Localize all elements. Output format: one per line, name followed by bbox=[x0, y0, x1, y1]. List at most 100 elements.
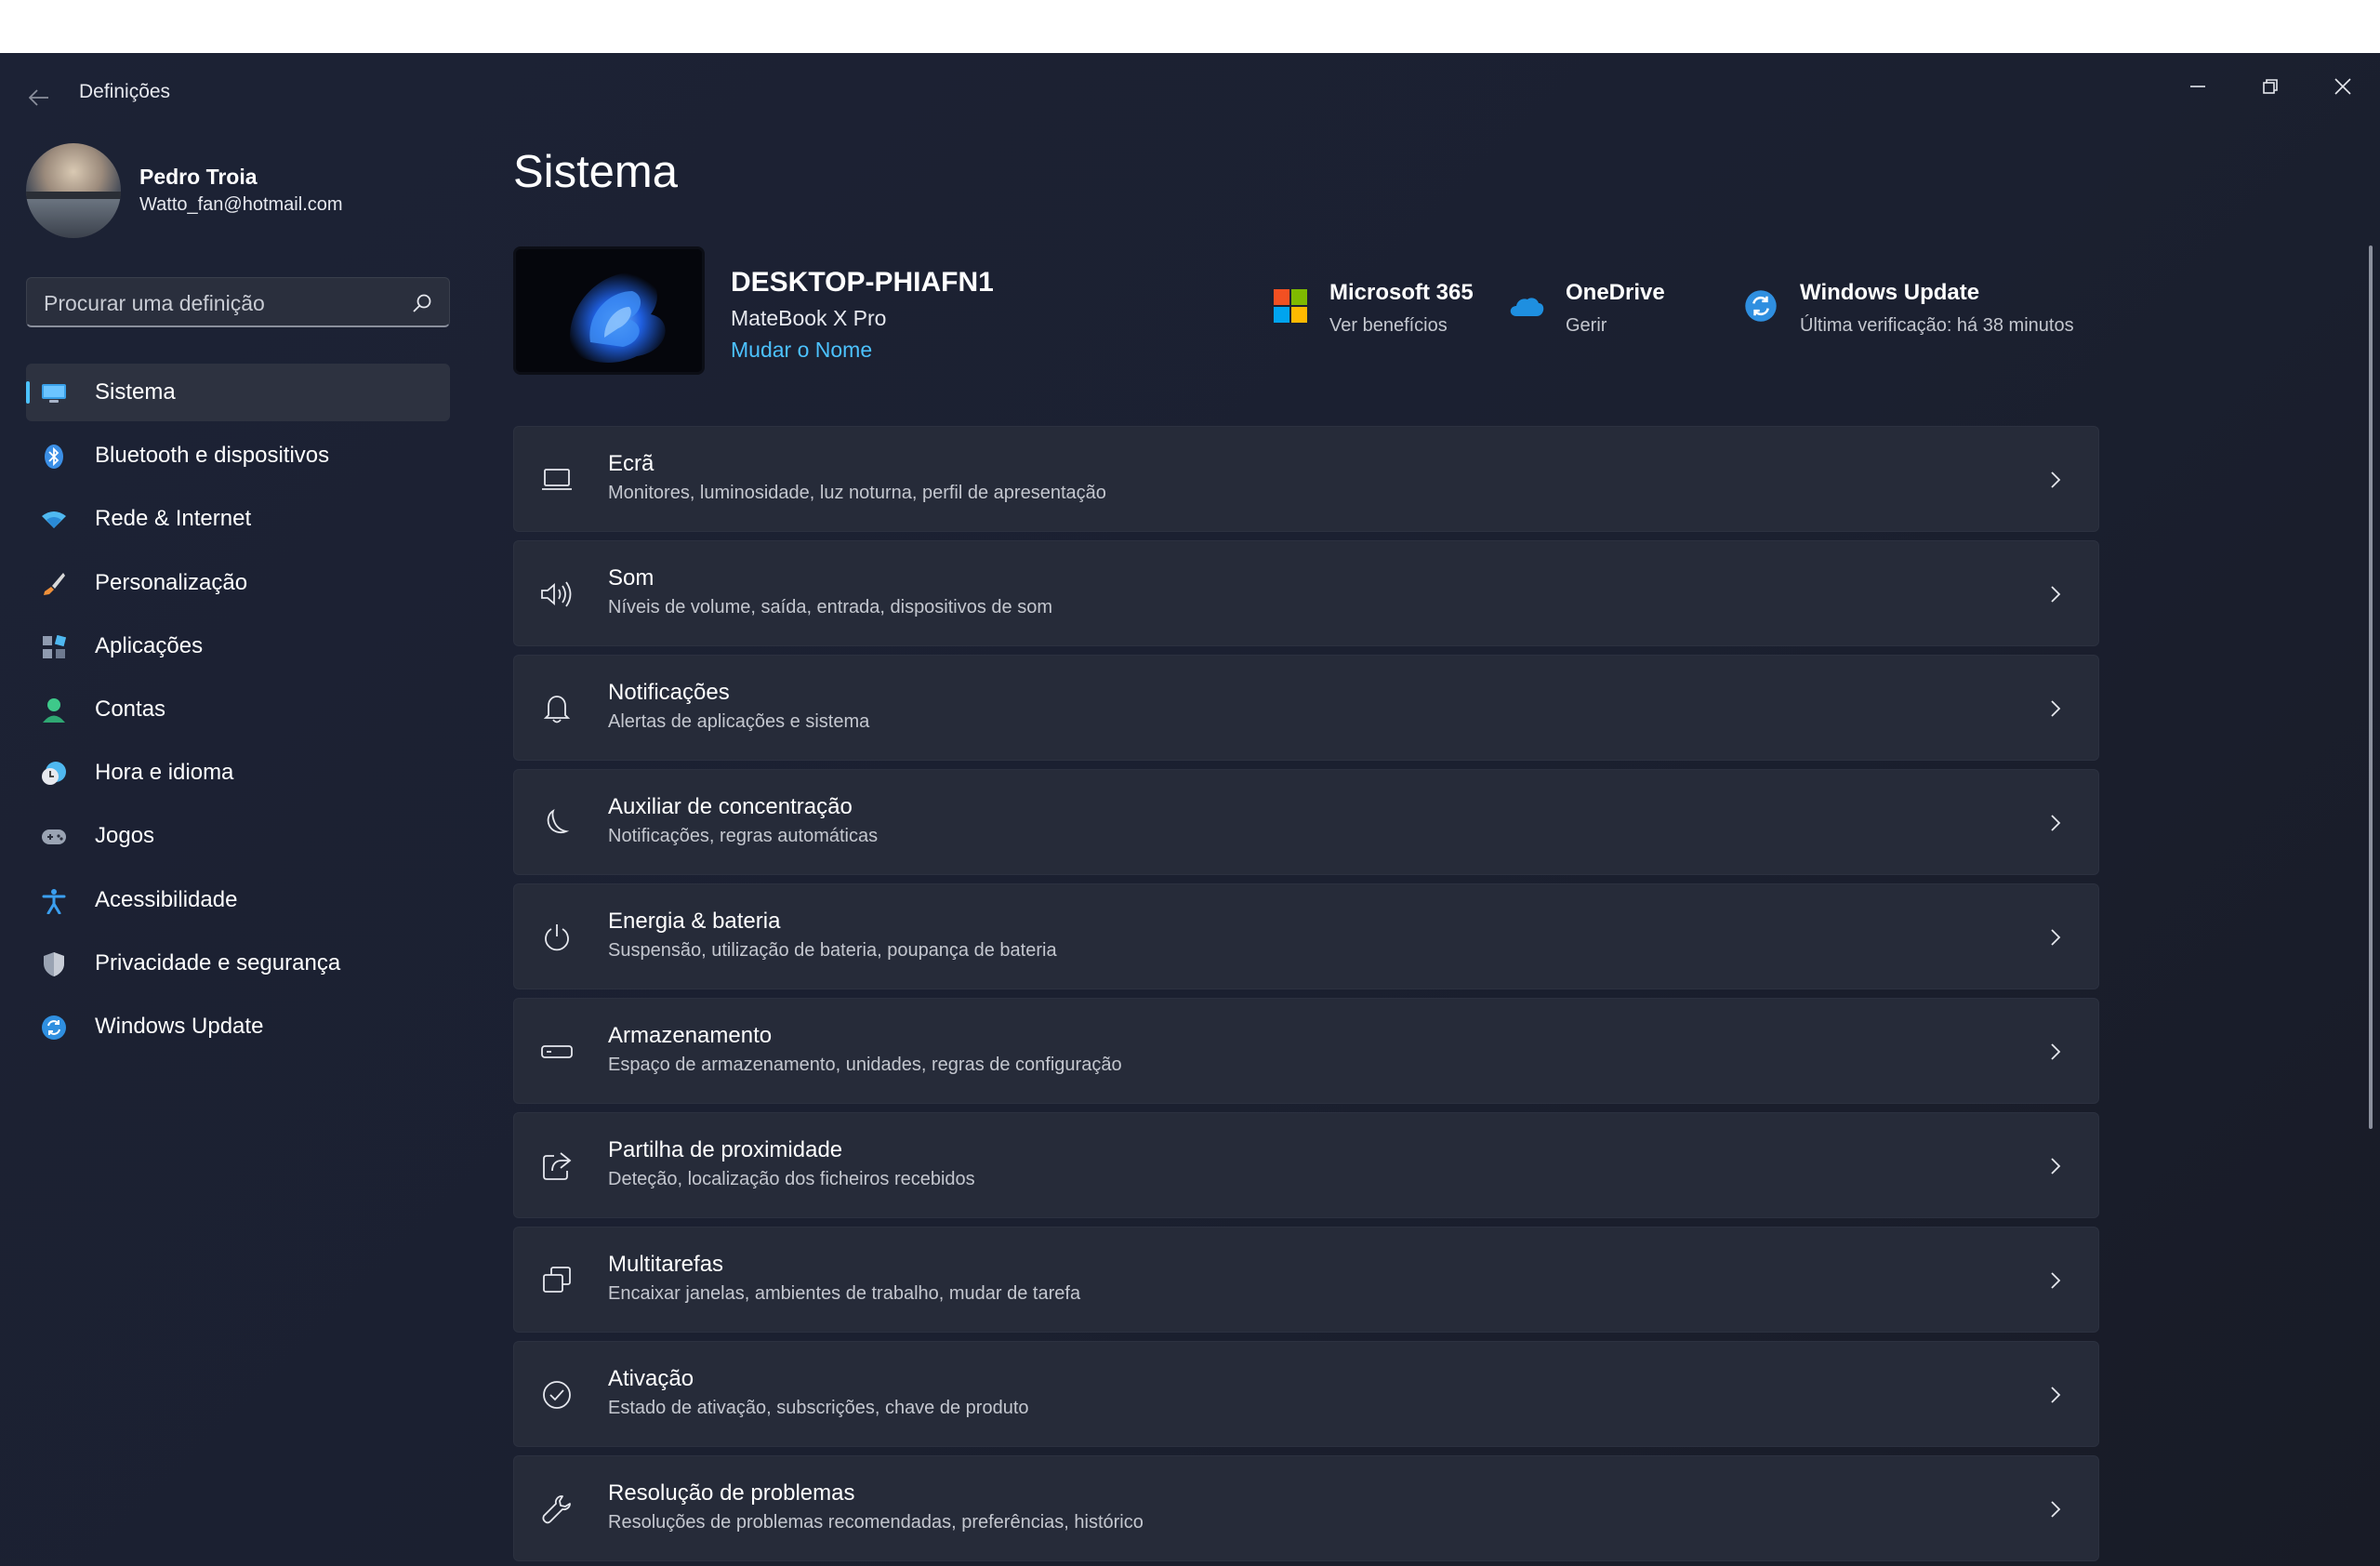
search-icon[interactable] bbox=[412, 293, 432, 313]
windows-update-icon bbox=[41, 1015, 67, 1041]
settings-card-partilha[interactable]: Partilha de proximidade Deteção, localiz… bbox=[513, 1112, 2099, 1218]
card-subtitle: Estado de ativação, subscrições, chave d… bbox=[608, 1398, 1029, 1418]
page-title: Sistema bbox=[513, 147, 679, 197]
card-subtitle: Espaço de armazenamento, unidades, regra… bbox=[608, 1055, 1122, 1075]
sidebar-nav: Sistema Bluetooth e dispositivos Rede & … bbox=[26, 364, 450, 1061]
card-title: Resolução de problemas bbox=[608, 1480, 855, 1506]
sidebar-item-label: Personalização bbox=[95, 569, 248, 595]
chevron-right-icon bbox=[2051, 1387, 2061, 1403]
settings-card-resolucao-problemas[interactable]: Resolução de problemas Resoluções de pro… bbox=[513, 1455, 2099, 1561]
minimize-button[interactable] bbox=[2170, 68, 2226, 105]
scrollbar[interactable] bbox=[2369, 246, 2373, 1129]
settings-card-concentracao[interactable]: Auxiliar de concentração Notificações, r… bbox=[513, 769, 2099, 875]
card-subtitle: Resoluções de problemas recomendadas, pr… bbox=[608, 1512, 1144, 1533]
sidebar-item-jogos[interactable]: Jogos bbox=[26, 807, 450, 865]
maximize-button[interactable] bbox=[2242, 68, 2298, 105]
sidebar-item-windows-update[interactable]: Windows Update bbox=[26, 998, 450, 1055]
card-subtitle: Deteção, localização dos ficheiros receb… bbox=[608, 1169, 975, 1189]
title-bar: Definições bbox=[0, 53, 2380, 133]
storage-drive-icon bbox=[538, 1033, 575, 1070]
card-subtitle: Níveis de volume, saída, entrada, dispos… bbox=[608, 597, 1053, 617]
close-icon bbox=[2334, 78, 2351, 95]
paintbrush-icon bbox=[41, 571, 67, 597]
chevron-right-icon bbox=[2051, 1501, 2061, 1518]
sidebar-item-contas[interactable]: Contas bbox=[26, 681, 450, 738]
sidebar-item-label: Aplicações bbox=[95, 632, 204, 658]
back-button[interactable] bbox=[20, 79, 58, 116]
sidebar-item-label: Windows Update bbox=[95, 1013, 264, 1039]
settings-card-energia[interactable]: Energia & bateria Suspensão, utilização … bbox=[513, 883, 2099, 989]
settings-card-armazenamento[interactable]: Armazenamento Espaço de armazenamento, u… bbox=[513, 998, 2099, 1104]
card-title: Ativação bbox=[608, 1366, 694, 1391]
search-input[interactable] bbox=[44, 291, 397, 316]
quick-link-windows-update[interactable]: Windows Update Última verificação: há 38… bbox=[1742, 280, 2096, 345]
settings-card-notificacoes[interactable]: Notificações Alertas de aplicações e sis… bbox=[513, 655, 2099, 761]
clock-globe-icon bbox=[41, 761, 67, 787]
share-icon bbox=[538, 1148, 575, 1185]
settings-card-multitarefas[interactable]: Multitarefas Encaixar janelas, ambientes… bbox=[513, 1227, 2099, 1333]
gamepad-icon bbox=[41, 824, 67, 850]
close-button[interactable] bbox=[2315, 68, 2371, 105]
card-title: Auxiliar de concentração bbox=[608, 794, 853, 819]
quick-link-title: Microsoft 365 bbox=[1329, 280, 1474, 305]
minimize-icon bbox=[2190, 86, 2205, 87]
avatar[interactable] bbox=[26, 143, 121, 238]
card-title: Ecrã bbox=[608, 451, 654, 476]
sidebar-item-label: Bluetooth e dispositivos bbox=[95, 443, 330, 469]
card-title: Multitarefas bbox=[608, 1252, 724, 1277]
card-subtitle: Suspensão, utilização de bateria, poupan… bbox=[608, 940, 1057, 961]
quick-link-microsoft365[interactable]: Microsoft 365 Ver benefícios bbox=[1272, 280, 1486, 345]
quick-link-subtitle: Ver benefícios bbox=[1329, 315, 1448, 336]
sidebar-item-personalizacao[interactable]: Personalização bbox=[26, 554, 450, 612]
rename-device-link[interactable]: Mudar o Nome bbox=[731, 338, 872, 363]
sidebar-item-bluetooth[interactable]: Bluetooth e dispositivos bbox=[26, 427, 450, 484]
profile-name: Pedro Troia bbox=[139, 165, 258, 189]
onedrive-cloud-icon bbox=[1508, 287, 1545, 325]
laptop-icon bbox=[538, 461, 575, 498]
settings-list: Ecrã Monitores, luminosidade, luz noturn… bbox=[513, 426, 2099, 1566]
device-model: MateBook X Pro bbox=[731, 306, 887, 330]
card-subtitle: Encaixar janelas, ambientes de trabalho,… bbox=[608, 1283, 1081, 1304]
shield-icon bbox=[41, 951, 67, 977]
quick-link-subtitle: Última verificação: há 38 minutos bbox=[1800, 315, 2074, 336]
sidebar-item-rede[interactable]: Rede & Internet bbox=[26, 490, 450, 548]
sidebar-item-acessibilidade[interactable]: Acessibilidade bbox=[26, 871, 450, 929]
sidebar-item-aplicacoes[interactable]: Aplicações bbox=[26, 617, 450, 675]
microsoft-logo-icon bbox=[1272, 287, 1309, 325]
device-name: DESKTOP-PHIAFN1 bbox=[731, 267, 994, 298]
sidebar-item-label: Sistema bbox=[95, 379, 176, 405]
monitor-icon bbox=[41, 380, 67, 406]
sidebar-item-label: Contas bbox=[95, 696, 166, 722]
person-icon bbox=[41, 697, 67, 723]
moon-icon bbox=[538, 804, 575, 842]
quick-link-subtitle: Gerir bbox=[1566, 315, 1607, 336]
settings-card-ativacao[interactable]: Ativação Estado de ativação, subscrições… bbox=[513, 1341, 2099, 1447]
multitask-icon bbox=[538, 1262, 575, 1299]
app-title: Definições bbox=[79, 81, 171, 102]
bluetooth-icon bbox=[41, 444, 67, 470]
sidebar-item-label: Rede & Internet bbox=[95, 506, 252, 532]
sidebar-item-privacidade[interactable]: Privacidade e segurança bbox=[26, 935, 450, 992]
card-title: Energia & bateria bbox=[608, 909, 781, 934]
sidebar-item-hora[interactable]: Hora e idioma bbox=[26, 744, 450, 802]
quick-link-onedrive[interactable]: OneDrive Gerir bbox=[1508, 280, 1685, 345]
search-box[interactable] bbox=[26, 277, 450, 327]
sidebar-item-sistema[interactable]: Sistema bbox=[26, 364, 450, 421]
windows-update-icon bbox=[1742, 287, 1779, 325]
chevron-right-icon bbox=[2051, 1272, 2061, 1289]
wrench-icon bbox=[538, 1491, 575, 1528]
chevron-right-icon bbox=[2051, 1158, 2061, 1174]
device-wallpaper-thumbnail bbox=[513, 246, 705, 375]
quick-link-title: OneDrive bbox=[1566, 280, 1665, 305]
card-title: Som bbox=[608, 565, 654, 591]
card-title: Armazenamento bbox=[608, 1023, 773, 1048]
card-subtitle: Notificações, regras automáticas bbox=[608, 826, 879, 846]
sidebar-item-label: Hora e idioma bbox=[95, 760, 234, 786]
power-icon bbox=[538, 919, 575, 956]
sidebar-item-label: Jogos bbox=[95, 823, 155, 849]
card-subtitle: Monitores, luminosidade, luz noturna, pe… bbox=[608, 483, 1106, 503]
settings-card-som[interactable]: Som Níveis de volume, saída, entrada, di… bbox=[513, 540, 2099, 646]
settings-window: Definições Pedro Troia Watto_fan@hotmail… bbox=[0, 53, 2380, 1566]
sidebar-item-label: Acessibilidade bbox=[95, 886, 238, 912]
settings-card-ecra[interactable]: Ecrã Monitores, luminosidade, luz noturn… bbox=[513, 426, 2099, 532]
